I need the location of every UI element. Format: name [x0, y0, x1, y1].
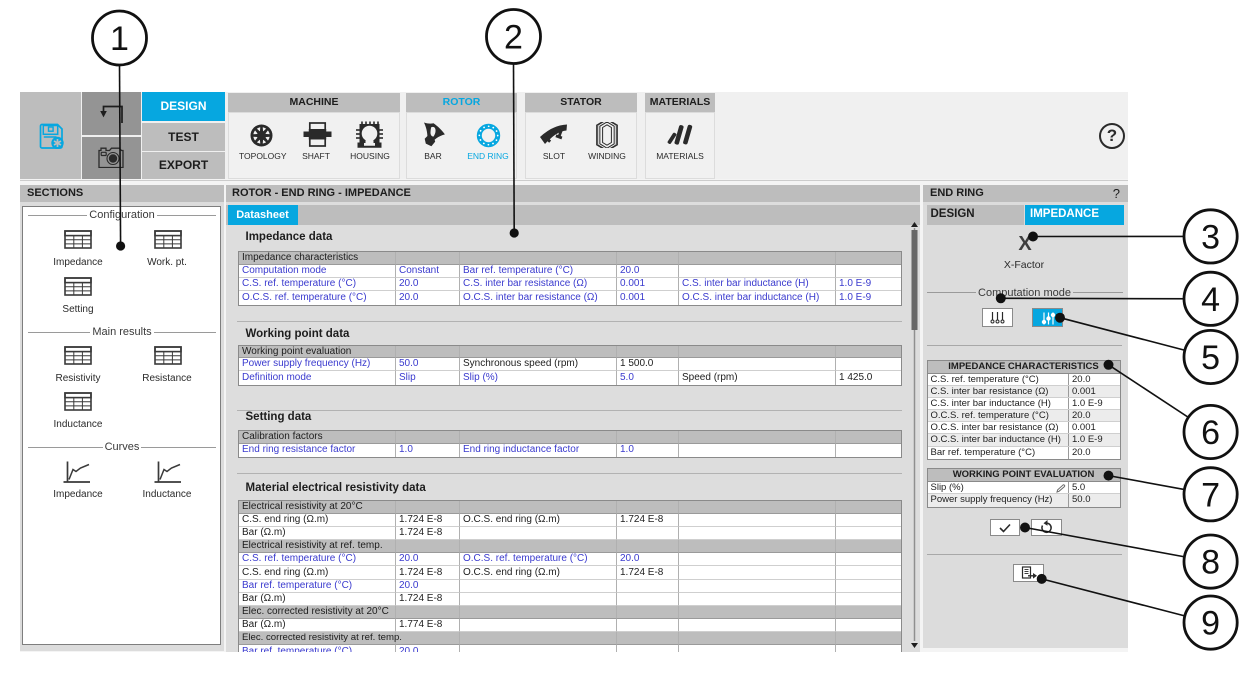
svg-text:2: 2 — [504, 19, 523, 57]
svg-text:5: 5 — [1201, 339, 1220, 377]
svg-text:6: 6 — [1201, 414, 1220, 452]
svg-text:7: 7 — [1201, 476, 1220, 514]
svg-text:3: 3 — [1201, 218, 1220, 256]
svg-text:1: 1 — [110, 20, 129, 58]
svg-text:8: 8 — [1201, 544, 1220, 582]
svg-text:9: 9 — [1201, 605, 1220, 643]
svg-text:4: 4 — [1201, 281, 1220, 319]
